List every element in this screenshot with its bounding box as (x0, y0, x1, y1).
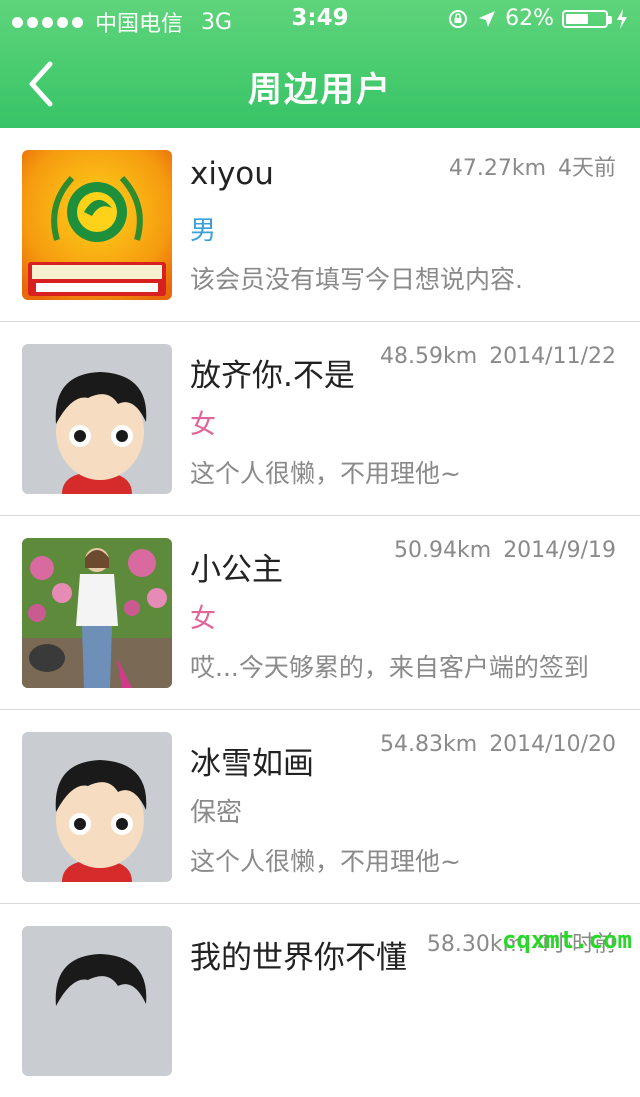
user-meta: 54.83km 2014/10/20 (380, 732, 616, 757)
user-distance: 50.94km (394, 538, 492, 563)
user-signature: 这个人很懒，不用理他~ (190, 459, 461, 488)
battery-icon (562, 9, 612, 28)
user-row[interactable]: 小公主 50.94km 2014/9/19 女 哎...今天够累的，来自客户端的签… (0, 516, 640, 710)
user-distance: 48.59km (380, 344, 478, 369)
battery-percent: 62% (505, 6, 554, 31)
user-time: 2014/10/20 (489, 732, 616, 757)
user-name: 小公主 (190, 552, 283, 588)
status-bar: 中国电信 3G 3:49 62% (0, 0, 640, 40)
user-name: 我的世界你不懂 (190, 940, 407, 976)
user-time: 2014/9/19 (503, 538, 616, 563)
user-row[interactable]: 冰雪如画 54.83km 2014/10/20 保密 这个人很懒，不用理他~ (0, 710, 640, 904)
avatar (22, 926, 172, 1076)
user-gender: 保密 (190, 798, 243, 828)
avatar (22, 732, 172, 882)
rotation-lock-icon (449, 9, 468, 28)
user-distance: 47.27km (448, 156, 546, 181)
user-name: 放齐你.不是 (190, 358, 355, 394)
user-signature: 这个人很懒，不用理他~ (190, 847, 461, 876)
user-signature: 该会员没有填写今日想说内容. (190, 265, 523, 294)
user-meta: 47.27km 4天前 (449, 150, 616, 182)
user-row[interactable]: xiyou 47.27km 4天前 男 该会员没有填写今日想说内容. (0, 128, 640, 322)
user-gender: 女 (190, 604, 217, 634)
charging-bolt-icon (617, 8, 627, 29)
user-meta: 50.94km 2014/9/19 (394, 538, 616, 563)
watermark: cqxmt.com (501, 926, 632, 954)
user-name: 冰雪如画 (190, 746, 314, 782)
user-time: 2014/11/22 (489, 344, 616, 369)
location-arrow-icon (479, 10, 496, 27)
navigation-bar: 周边用户 (0, 40, 640, 128)
avatar (22, 344, 172, 494)
header: 中国电信 3G 3:49 62% 周边用户 (0, 0, 640, 128)
avatar (22, 538, 172, 688)
user-time: 4天前 (558, 156, 616, 181)
user-gender: 女 (190, 410, 217, 440)
user-gender: 男 (190, 216, 217, 246)
avatar (22, 150, 172, 300)
user-name: xiyou (190, 156, 274, 192)
user-distance: 54.83km (380, 732, 478, 757)
user-signature: 哎...今天够累的，来自客户端的签到 (190, 653, 589, 682)
user-row[interactable]: 放齐你.不是 48.59km 2014/11/22 女 这个人很懒，不用理他~ (0, 322, 640, 516)
user-meta: 48.59km 2014/11/22 (380, 344, 616, 369)
page-title: 周边用户 (248, 70, 392, 110)
